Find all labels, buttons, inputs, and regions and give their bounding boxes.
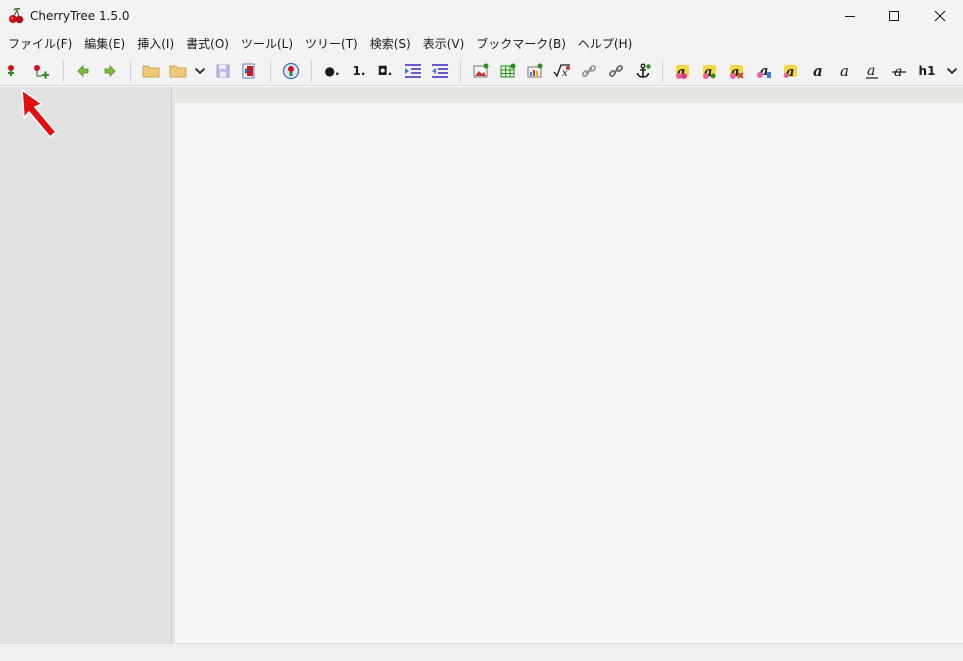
text-color-fg-button[interactable]: a xyxy=(672,60,694,82)
toolbar: ●. 1. ◘. x a a a a a a a a h1 xyxy=(0,56,963,86)
title-bar: CherryTree 1.5.0 xyxy=(0,0,963,32)
tree-pane[interactable] xyxy=(0,87,171,643)
toolbar-separator xyxy=(662,60,663,82)
insert-anchor-icon xyxy=(636,63,651,78)
menu-bar: ファイル(F) 編集(E) 挿入(I) 書式(O) ツール(L) ツリー(T) … xyxy=(0,32,963,56)
menu-help[interactable]: ヘルプ(H) xyxy=(572,33,638,55)
insert-image-button[interactable] xyxy=(470,60,492,82)
svg-text:a: a xyxy=(813,63,823,79)
save-icon xyxy=(216,64,230,78)
insert-link-button[interactable] xyxy=(578,60,600,82)
todo-list-button[interactable]: ◘. xyxy=(374,60,396,82)
menu-tree[interactable]: ツリー(T) xyxy=(299,33,364,55)
insert-link-icon xyxy=(582,65,596,77)
recent-files-dropdown[interactable] xyxy=(189,60,211,82)
add-node-icon xyxy=(8,65,14,76)
strikethrough-icon: a xyxy=(892,64,906,79)
toolbar-separator xyxy=(460,60,461,82)
insert-chain-link-button[interactable] xyxy=(605,60,627,82)
highlight-small-button[interactable]: a xyxy=(753,60,775,82)
export-icon xyxy=(242,63,255,79)
window-title: CherryTree 1.5.0 xyxy=(30,9,130,23)
insert-table-button[interactable] xyxy=(497,60,519,82)
menu-search[interactable]: 検索(S) xyxy=(364,33,417,55)
menu-format[interactable]: 書式(O) xyxy=(180,33,235,55)
numbered-list-button[interactable]: 1. xyxy=(348,60,370,82)
annotation-arrow-icon xyxy=(21,89,57,138)
node-properties-button[interactable] xyxy=(280,60,302,82)
forward-icon xyxy=(104,65,116,77)
toolbar-overflow-button[interactable] xyxy=(941,60,963,82)
insert-anchor-button[interactable] xyxy=(632,60,654,82)
indent-button[interactable] xyxy=(402,60,424,82)
underline-icon: a xyxy=(866,63,878,79)
remove-format-icon: a xyxy=(730,65,744,79)
forward-button[interactable] xyxy=(99,60,121,82)
recent-folder-icon xyxy=(169,65,187,78)
chevron-down-icon xyxy=(194,67,206,75)
text-color-bg-icon: a xyxy=(703,65,716,79)
add-node-button[interactable] xyxy=(0,60,22,82)
recent-files-button[interactable] xyxy=(167,60,189,82)
menu-bookmarks[interactable]: ブックマーク(B) xyxy=(470,33,572,55)
heading1-button[interactable]: h1 xyxy=(915,60,939,82)
insert-codebox-button[interactable] xyxy=(524,60,546,82)
text-color-fg-icon: a xyxy=(676,65,689,79)
back-icon xyxy=(77,65,89,77)
italic-icon: a xyxy=(840,63,849,79)
insert-chain-link-icon xyxy=(608,64,624,78)
cherry-app-icon xyxy=(9,8,24,24)
node-properties-icon xyxy=(282,62,300,80)
highlight-small-icon: a xyxy=(757,64,771,79)
unindent-button[interactable] xyxy=(429,60,451,82)
minimize-button[interactable] xyxy=(827,0,873,32)
insert-codebox-icon xyxy=(527,63,543,78)
bulleted-list-button[interactable]: ●. xyxy=(320,60,344,82)
menu-edit[interactable]: 編集(E) xyxy=(78,33,131,55)
back-button[interactable] xyxy=(72,60,94,82)
insert-image-icon xyxy=(473,63,489,78)
toolbar-separator xyxy=(63,60,64,82)
insert-latex-icon: x xyxy=(553,64,570,79)
toolbar-separator xyxy=(130,60,131,82)
maximize-button[interactable] xyxy=(871,0,917,32)
text-editor-area[interactable] xyxy=(175,103,963,643)
editor-header-bar xyxy=(175,87,963,103)
text-color-bg-button[interactable]: a xyxy=(699,60,721,82)
menu-file[interactable]: ファイル(F) xyxy=(2,33,78,55)
remove-format-button[interactable]: a xyxy=(726,60,748,82)
menu-tools[interactable]: ツール(L) xyxy=(235,33,299,55)
open-folder-icon xyxy=(142,65,160,78)
toolbar-separator xyxy=(311,60,312,82)
more-chevron-icon xyxy=(946,67,958,75)
svg-text:a: a xyxy=(840,63,849,79)
strikethrough-button[interactable]: a xyxy=(888,60,910,82)
indent-icon xyxy=(405,64,421,78)
add-subnode-icon xyxy=(34,65,49,79)
italic-button[interactable]: a xyxy=(834,60,856,82)
insert-latex-button[interactable]: x xyxy=(551,60,573,82)
add-subnode-button[interactable] xyxy=(30,60,52,82)
menu-insert[interactable]: 挿入(I) xyxy=(131,33,180,55)
svg-text:a: a xyxy=(867,63,875,79)
export-button[interactable] xyxy=(238,60,260,82)
highlight-yellow-icon: a xyxy=(783,65,797,79)
unindent-icon xyxy=(432,64,448,78)
bold-button[interactable]: a xyxy=(807,60,829,82)
open-file-button[interactable] xyxy=(140,60,162,82)
underline-button[interactable]: a xyxy=(861,60,883,82)
minimize-icon xyxy=(845,16,855,17)
insert-table-icon xyxy=(500,63,516,78)
close-button[interactable] xyxy=(917,0,963,32)
toolbar-separator xyxy=(270,60,271,82)
status-bar xyxy=(0,643,963,661)
maximize-icon xyxy=(889,11,899,21)
save-button[interactable] xyxy=(212,60,234,82)
close-icon xyxy=(934,10,946,22)
highlight-yellow-button[interactable]: a xyxy=(780,60,802,82)
bold-icon: a xyxy=(813,63,823,79)
menu-view[interactable]: 表示(V) xyxy=(417,33,471,55)
